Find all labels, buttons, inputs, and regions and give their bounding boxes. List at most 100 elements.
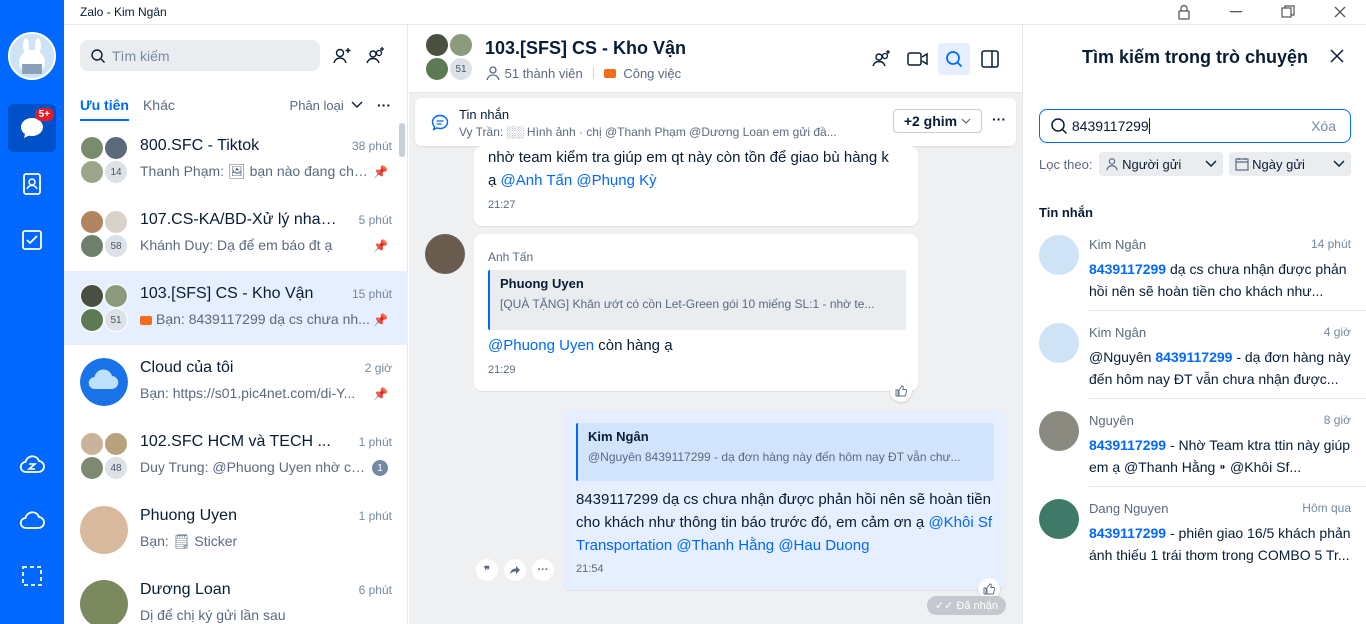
contact-avatar [80, 506, 128, 554]
more-actions-icon[interactable]: ··· [532, 559, 554, 581]
result-sender: Nguyên [1089, 413, 1134, 428]
lock-icon[interactable] [1158, 0, 1210, 25]
mention[interactable]: @Hau Duong [778, 537, 869, 554]
more-pins-button[interactable]: +2 ghim [892, 109, 982, 133]
unread-count: 1 [372, 460, 388, 476]
chevron-down-icon [961, 118, 971, 124]
message-text: 8439117299 dạ cs chưa nhận được phản hồi… [576, 491, 993, 554]
nav-contacts[interactable] [8, 160, 56, 208]
search-result-item[interactable]: Kim Ngân 14 phút 8439117299 dạ cs chưa n… [1039, 225, 1351, 313]
sender-filter-dropdown[interactable]: Người gửi [1098, 152, 1223, 176]
search-result-item[interactable]: Dang Nguyen Hôm qua 8439117299 - phiên g… [1039, 489, 1351, 577]
conversation-time: 1 phút [358, 509, 392, 523]
video-call-button[interactable] [902, 43, 934, 75]
tab-priority[interactable]: Ưu tiên [80, 97, 129, 121]
conversation-name: 103.[SFS] CS - Kho Vận [140, 285, 314, 302]
window-title: Zalo - Kim Ngân [80, 5, 167, 19]
add-group-icon [872, 50, 890, 67]
add-group-icon [366, 47, 384, 64]
more-options-icon[interactable]: ··· [377, 97, 391, 113]
user-icon [486, 66, 500, 81]
conversation-time: 38 phút [351, 139, 392, 153]
pinned-message-bar[interactable]: Tin nhắn Vy Trần: ░░ Hình ảnh · chị @Tha… [415, 98, 1016, 146]
result-avatar [1039, 323, 1079, 363]
conversation-item[interactable]: 48 102.SFC HCM và TECH ... 1 phút Duy Tr… [64, 419, 408, 493]
group-avatar: 51 [80, 284, 128, 332]
close-window-button[interactable] [1314, 0, 1366, 25]
pin-icon: 📌 [373, 313, 388, 327]
clear-button[interactable]: Xóa [1311, 118, 1336, 134]
nav-sidebar: 5+ [0, 0, 64, 624]
mention[interactable]: @Phụng Kỳ [576, 172, 656, 189]
nav-screenshot[interactable] [8, 552, 56, 600]
chat-group-avatar[interactable]: 51 [425, 33, 473, 81]
conversation-item[interactable]: 58 107.CS-KA/BD-Xử lý nhanh ... 5 phút K… [64, 197, 408, 271]
nav-todo[interactable] [8, 216, 56, 264]
more-options-icon[interactable]: ··· [992, 111, 1006, 127]
search-box[interactable]: Tìm kiếm [80, 40, 320, 71]
message-bubble[interactable]: nhờ team kiểm tra giúp em qt này còn tồn… [474, 146, 918, 226]
filter-row: Lọc theo: Người gửi Ngày gửi [1039, 152, 1351, 176]
chat-label[interactable]: Công việc [623, 66, 681, 81]
contact-avatar [80, 580, 128, 624]
add-friend-button[interactable] [326, 40, 358, 72]
quoted-message[interactable]: Phuong Uyen [QUÀ TẶNG] Khăn ướt có cồn L… [488, 270, 906, 330]
restore-button[interactable] [1262, 0, 1314, 25]
conversation-time: 1 phút [358, 435, 392, 449]
like-icon[interactable] [890, 380, 912, 402]
mention[interactable]: @Phuong Uyen [488, 337, 594, 354]
conversation-name: Phuong Uyen [140, 507, 237, 524]
conversation-item[interactable]: Phuong Uyen 1 phút Bạn: 🗒 Sticker [64, 493, 408, 567]
classify-dropdown[interactable]: Phân loại [290, 98, 363, 113]
conversation-name: 102.SFC HCM và TECH ... [140, 433, 331, 450]
user-avatar[interactable] [8, 32, 56, 80]
video-icon [907, 52, 928, 66]
add-user-icon [333, 48, 351, 64]
conversation-time: 15 phút [351, 287, 392, 301]
add-member-button[interactable] [866, 43, 898, 75]
quote-reply-icon[interactable]: ❞ [476, 559, 498, 581]
chat-header: 51 103.[SFS] CS - Kho Vận 51 thành viên … [409, 25, 1022, 93]
quote-author: Phuong Uyen [500, 276, 584, 291]
received-status: ✓✓ Đã nhận [926, 596, 1006, 615]
mention[interactable]: Transportation [576, 537, 672, 554]
forward-icon[interactable] [504, 559, 526, 581]
conversation-item[interactable]: Dương Loan 6 phút Dị để chị ký gửi lần s… [64, 567, 408, 624]
unread-badge: 5+ [34, 108, 54, 121]
sender-avatar[interactable] [425, 234, 465, 274]
result-time: 8 giờ [1323, 413, 1351, 427]
quote-text: @Nguyên 8439117299 - dạ đơn hàng này đến… [588, 450, 961, 464]
nav-messages[interactable]: 5+ [8, 104, 56, 152]
user-icon [1105, 158, 1118, 171]
search-chat-button[interactable] [938, 43, 970, 75]
tab-other[interactable]: Khác [143, 97, 175, 113]
conversation-item[interactable]: Cloud của tôi 2 giờ Bạn: https://s01.pic… [64, 345, 408, 419]
conversation-item-active[interactable]: 51 103.[SFS] CS - Kho Vận 15 phút Bạn: 8… [64, 271, 408, 345]
contacts-icon [23, 173, 41, 195]
mention[interactable]: @Khôi Sf [928, 514, 992, 531]
minimize-button[interactable] [1210, 0, 1262, 25]
nav-zcloud[interactable] [8, 441, 56, 489]
mention[interactable]: @Anh Tấn [501, 172, 573, 189]
date-filter-dropdown[interactable]: Ngày gửi [1228, 152, 1351, 176]
message-bubble[interactable]: Anh Tấn Phuong Uyen [QUÀ TẶNG] Khăn ướt … [474, 234, 918, 402]
tag-icon [140, 315, 152, 325]
conversation-item[interactable]: 14 800.SFC - Tiktok 38 phút Thanh Phạm: … [64, 123, 408, 197]
search-result-item[interactable]: Kim Ngân 4 giờ @Nguyên 8439117299 - dạ đ… [1039, 313, 1351, 401]
quoted-message[interactable]: Kim Ngân @Nguyên 8439117299 - dạ đơn hàn… [576, 423, 994, 481]
nav-cloud[interactable] [8, 497, 56, 545]
result-sender: Kim Ngân [1089, 237, 1147, 252]
search-input[interactable]: 8439117299 Xóa [1039, 109, 1351, 143]
pin-icon: 📌 [373, 387, 388, 401]
my-message-bubble[interactable]: Kim Ngân @Nguyên 8439117299 - dạ đơn hàn… [563, 410, 1006, 600]
conversation-preview: Dị để chị ký gửi lần sau [140, 607, 286, 623]
conversation-preview: Bạn: 🗒 Sticker [140, 533, 238, 549]
result-time: 4 giờ [1323, 325, 1351, 339]
create-group-button[interactable] [360, 40, 392, 72]
scrollbar[interactable] [399, 123, 405, 157]
member-count-text[interactable]: 51 thành viên [505, 66, 583, 81]
toggle-sidebar-button[interactable] [974, 43, 1006, 75]
close-icon[interactable] [1330, 47, 1344, 68]
mention[interactable]: @Thanh Hằng [676, 537, 774, 554]
search-result-item[interactable]: Nguyên 8 giờ 8439117299 - Nhờ Team ktra … [1039, 401, 1351, 489]
